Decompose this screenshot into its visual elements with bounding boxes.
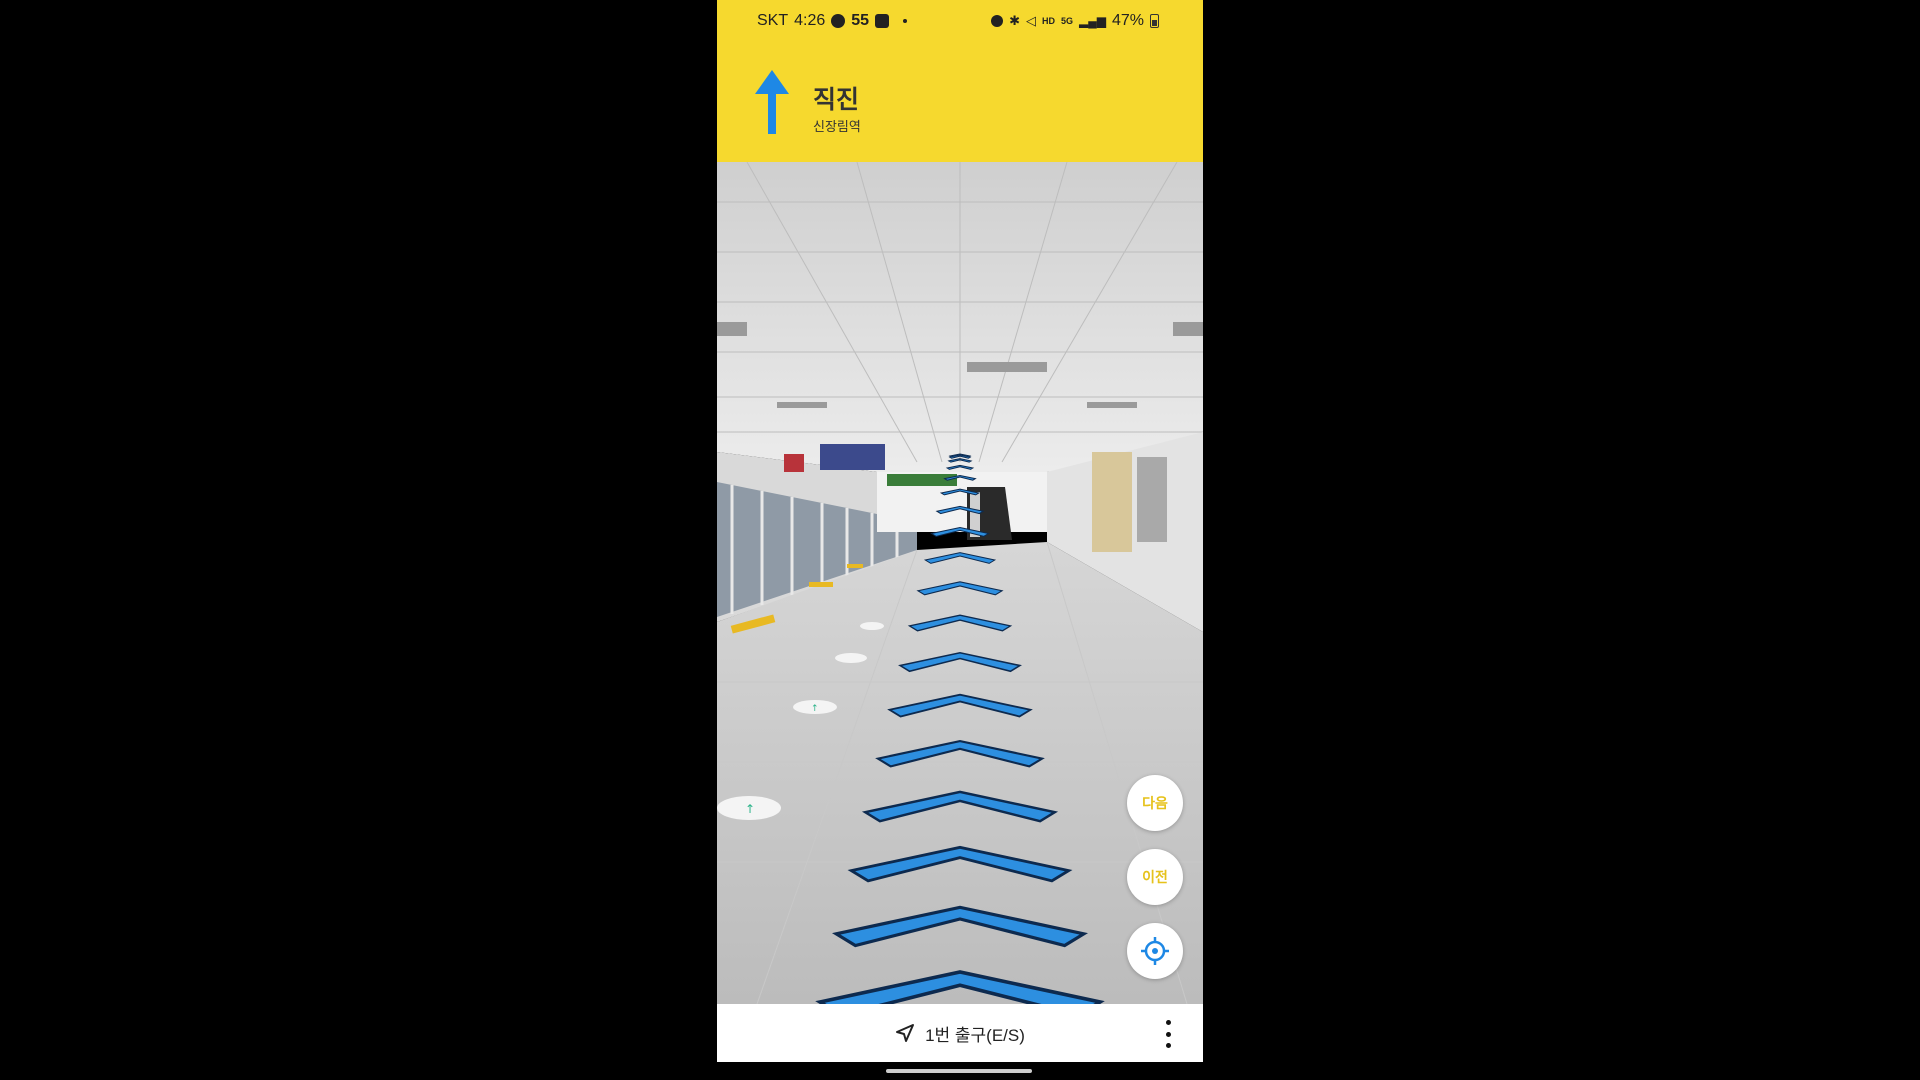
station-name: 신장림역 [813, 119, 861, 134]
battery-level: 47% [1111, 12, 1144, 29]
pillar-panel [1092, 452, 1132, 552]
bottom-bar: 1번 출구(E/S) [717, 1004, 1203, 1062]
platform-floor [717, 542, 1203, 1004]
status-bar: SKT 4:26 55 ✱ ◁ HD 5G ▂▄▆ 47% [717, 0, 1203, 42]
crosshair-icon [1141, 937, 1169, 965]
navigation-icon [896, 1024, 915, 1042]
station-sign [820, 444, 885, 470]
svg-text:↑: ↑ [811, 704, 819, 714]
alarm-icon [991, 15, 1004, 27]
svg-text:↑: ↑ [745, 802, 755, 816]
battery-icon [1150, 14, 1159, 28]
wall-panel [1137, 457, 1167, 542]
status-left: SKT 4:26 55 [757, 12, 908, 30]
notification-count: 55 [851, 12, 870, 29]
signal-icon: ▂▄▆ [1079, 14, 1106, 28]
home-indicator[interactable] [886, 1069, 1032, 1073]
phone-screen: SKT 4:26 55 ✱ ◁ HD 5G ▂▄▆ 47% 직진 신장림역 ↑ … [717, 0, 1203, 1080]
prev-label: 이전 [1142, 869, 1168, 885]
info-sign [784, 454, 804, 472]
next-label: 다음 [1142, 795, 1168, 811]
talk-icon [831, 14, 846, 28]
5g-icon: 5G [1060, 16, 1073, 26]
locate-button[interactable] [1127, 923, 1183, 979]
direction-header: SKT 4:26 55 ✱ ◁ HD 5G ▂▄▆ 47% 직진 신장림역 [717, 0, 1203, 162]
carrier-label: SKT [757, 12, 789, 29]
prev-button[interactable]: 이전 [1127, 849, 1183, 905]
status-right: ✱ ◁ HD 5G ▂▄▆ 47% [991, 12, 1159, 30]
more-options-icon[interactable] [1163, 1020, 1173, 1048]
volte-icon: HD [1041, 16, 1055, 26]
clock: 4:26 [794, 12, 826, 29]
straight-arrow-icon [755, 70, 789, 134]
gallery-icon [875, 14, 890, 28]
destination-label: 1번 출구(E/S) [925, 1025, 1025, 1045]
instruction-title: 직진 [813, 86, 860, 114]
mute-icon: ◁ [1025, 13, 1036, 28]
more-notifications-dot-icon [903, 19, 908, 23]
bluetooth-icon: ✱ [1009, 13, 1020, 28]
destination-button[interactable]: 1번 출구(E/S) [895, 1021, 1025, 1046]
next-button[interactable]: 다음 [1127, 775, 1183, 831]
